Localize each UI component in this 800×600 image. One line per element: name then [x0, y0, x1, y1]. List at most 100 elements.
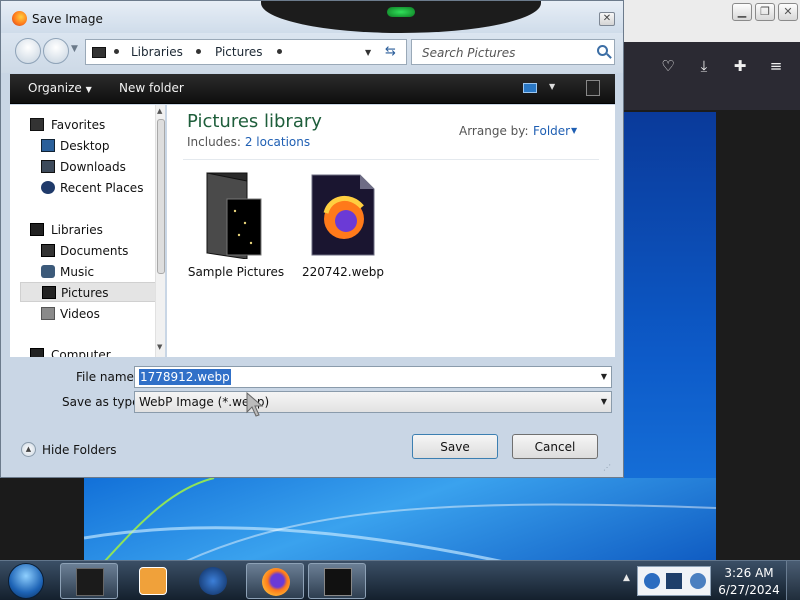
tray-expand-icon[interactable]: ▲ [623, 573, 630, 583]
save-image-dialog: Save Image ✕ ▼ Libraries Pictures ▼ ⇆ Se… [0, 0, 624, 478]
nav-label: Libraries [51, 223, 103, 237]
recent-pages-dropdown-icon[interactable]: ▼ [71, 44, 78, 54]
hide-folders-button[interactable]: Hide Folders [42, 443, 117, 457]
action-center-icon[interactable] [690, 573, 706, 589]
breadcrumb-separator[interactable] [114, 49, 119, 54]
search-icon[interactable] [597, 45, 608, 56]
scroll-down-icon[interactable]: ▼ [157, 343, 162, 351]
taskbar-app-media[interactable] [124, 563, 182, 599]
nav-label: Music [60, 265, 95, 279]
firefox-icon [262, 568, 290, 596]
file-name-label: File name: [76, 370, 138, 384]
save-button[interactable]: Save [412, 434, 498, 459]
folder-icon [206, 172, 262, 259]
breadcrumb-separator[interactable] [277, 49, 282, 54]
organize-label: Organize [28, 81, 82, 95]
organize-button[interactable]: Organize ▼ [28, 81, 92, 95]
address-dropdown-icon[interactable]: ▼ [365, 48, 371, 57]
command-bar: Organize ▼ New folder ▼ [10, 74, 615, 104]
preview-pane-icon[interactable] [586, 80, 600, 96]
nav-label: Downloads [60, 160, 126, 174]
show-desktop-button[interactable] [786, 561, 800, 600]
download-icon[interactable]: ⤓ [692, 54, 716, 78]
libraries-icon [30, 223, 44, 236]
nav-item-downloads[interactable]: Downloads [20, 157, 156, 177]
system-tray: ▲ [615, 561, 715, 600]
star-icon [30, 118, 44, 131]
nav-scrollbar[interactable]: ▲ ▼ [155, 105, 165, 357]
browser-close-icon[interactable]: ✕ [778, 3, 798, 21]
nav-label: Pictures [61, 286, 109, 300]
computer-icon [30, 348, 44, 357]
search-input[interactable]: Search Pictures [411, 39, 615, 65]
chevron-down-icon: ▼ [85, 85, 92, 94]
cancel-button[interactable]: Cancel [512, 434, 598, 459]
includes-label: Includes: [187, 135, 241, 149]
notch-lights-icon [387, 7, 415, 17]
file-item-220742-webp[interactable]: 220742.webp [288, 169, 398, 289]
nav-item-favorites[interactable]: Favorites [20, 115, 156, 135]
dialog-close-button[interactable]: ✕ [599, 12, 615, 26]
nav-item-recent-places[interactable]: Recent Places [20, 178, 156, 198]
library-locations-link[interactable]: 2 locations [245, 135, 310, 149]
resize-grip-icon[interactable]: ⋰ [603, 463, 613, 473]
breadcrumb-separator[interactable] [196, 49, 201, 54]
nav-label: Desktop [60, 139, 110, 153]
arrange-by-dropdown[interactable]: Folder [533, 124, 570, 138]
explorer-icon [76, 568, 104, 596]
display-icon[interactable] [666, 573, 682, 589]
nav-item-videos[interactable]: Videos [20, 304, 156, 324]
navigation-pane: Favorites Desktop Downloads Recent Place… [10, 105, 165, 357]
recent-places-icon [41, 181, 55, 194]
browser-titlebar: ▁ ❐ ✕ [600, 0, 800, 42]
file-name-input[interactable]: 1778912.webp [139, 369, 231, 385]
music-icon [41, 265, 55, 278]
nav-item-desktop[interactable]: Desktop [20, 136, 156, 156]
nav-item-documents[interactable]: Documents [20, 241, 156, 261]
pocket-icon[interactable]: ♡ [656, 54, 680, 78]
tray-icons [637, 566, 711, 596]
taskbar-app-globe[interactable] [184, 563, 242, 599]
menu-icon[interactable]: ≡ [764, 54, 788, 78]
chevron-down-icon[interactable]: ▼ [601, 372, 607, 381]
file-name: Sample Pictures [187, 265, 285, 279]
globe-icon [199, 567, 227, 595]
breadcrumb-libraries[interactable]: Libraries [131, 45, 183, 59]
address-bar[interactable]: Libraries Pictures ▼ ⇆ [85, 39, 407, 65]
start-button[interactable] [8, 563, 44, 599]
chevron-down-icon[interactable]: ▼ [601, 397, 607, 406]
downloads-icon [41, 160, 55, 173]
forward-button[interactable] [43, 38, 69, 64]
nav-label: Documents [60, 244, 129, 258]
restore-icon[interactable]: ❐ [755, 3, 775, 21]
taskbar-app-firefox[interactable] [246, 563, 304, 599]
back-button[interactable] [15, 38, 41, 64]
chevron-down-icon[interactable]: ▼ [571, 126, 577, 135]
file-item-sample-pictures[interactable]: Sample Pictures [181, 169, 291, 289]
nav-item-pictures[interactable]: Pictures [20, 282, 156, 302]
taskbar: ▲ 3:26 AM 6/27/2024 [0, 560, 800, 600]
new-folder-button[interactable]: New folder [119, 81, 184, 95]
minimize-icon[interactable]: ▁ [732, 3, 752, 21]
extensions-icon[interactable]: ✚ [728, 54, 752, 78]
nav-item-libraries[interactable]: Libraries [20, 220, 156, 240]
scroll-up-icon[interactable]: ▲ [157, 107, 162, 115]
nav-scroll-thumb[interactable] [157, 119, 165, 274]
videos-icon [41, 307, 55, 320]
refresh-icon[interactable]: ⇆ [385, 44, 396, 59]
nav-item-music[interactable]: Music [20, 262, 156, 282]
hide-folders-chevron-icon[interactable]: ▲ [21, 442, 36, 457]
file-name-field[interactable]: 1778912.webp ▼ [134, 366, 612, 388]
save-type-select[interactable]: WebP Image (*.webp) ▼ [134, 391, 612, 413]
change-view-icon[interactable] [523, 83, 537, 93]
nav-item-computer[interactable]: Computer [20, 345, 156, 357]
view-dropdown-icon[interactable]: ▼ [549, 82, 555, 91]
taskbar-app-explorer[interactable] [60, 563, 118, 599]
breadcrumb-pictures[interactable]: Pictures [215, 45, 263, 59]
firefox-icon [12, 11, 27, 26]
taskbar-app-window[interactable] [308, 563, 366, 599]
network-icon[interactable] [644, 573, 660, 589]
library-title: Pictures library [187, 111, 322, 132]
address-row: ▼ Libraries Pictures ▼ ⇆ Search Pictures [1, 33, 623, 73]
library-divider [183, 159, 599, 160]
